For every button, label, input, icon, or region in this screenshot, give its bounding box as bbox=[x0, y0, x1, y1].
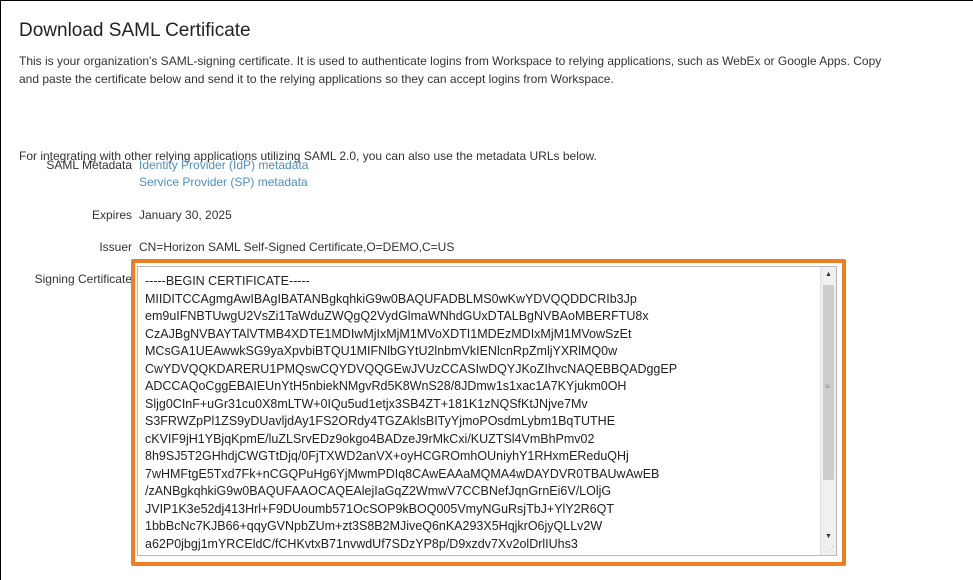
page-title: Download SAML Certificate bbox=[19, 20, 251, 41]
resize-handle-icon[interactable]: ⋰ bbox=[826, 545, 834, 554]
scroll-down-icon[interactable]: ▼ bbox=[821, 529, 836, 545]
idp-metadata-link[interactable]: Identity Provider (IdP) metadata bbox=[139, 157, 308, 174]
signing-certificate-label: Signing Certificate bbox=[34, 272, 132, 286]
intro-line-1: This is your organization's SAML-signing… bbox=[19, 54, 882, 68]
certificate-scrollbar[interactable]: ▲ ≡ ▼ bbox=[820, 267, 836, 555]
expires-value: January 30, 2025 bbox=[139, 208, 232, 222]
scroll-up-icon[interactable]: ▲ bbox=[821, 267, 836, 283]
intro-text: This is your organization's SAML-signing… bbox=[19, 52, 973, 88]
grip-icon: ≡ bbox=[825, 382, 830, 391]
issuer-label: Issuer bbox=[99, 240, 132, 254]
sp-metadata-link[interactable]: Service Provider (SP) metadata bbox=[139, 174, 308, 191]
saml-metadata-links: Identity Provider (IdP) metadata Service… bbox=[139, 157, 308, 191]
issuer-value: CN=Horizon SAML Self-Signed Certificate,… bbox=[139, 240, 455, 254]
certificate-text[interactable]: -----BEGIN CERTIFICATE----- MIIDITCCAgmg… bbox=[145, 273, 815, 553]
scroll-thumb[interactable]: ≡ bbox=[823, 285, 834, 480]
intro-line-2: and paste the certificate below and send… bbox=[19, 72, 614, 86]
expires-label: Expires bbox=[91, 208, 132, 222]
saml-metadata-label: SAML Metadata bbox=[46, 158, 132, 172]
certificate-textarea[interactable]: -----BEGIN CERTIFICATE----- MIIDITCCAgmg… bbox=[137, 266, 837, 556]
